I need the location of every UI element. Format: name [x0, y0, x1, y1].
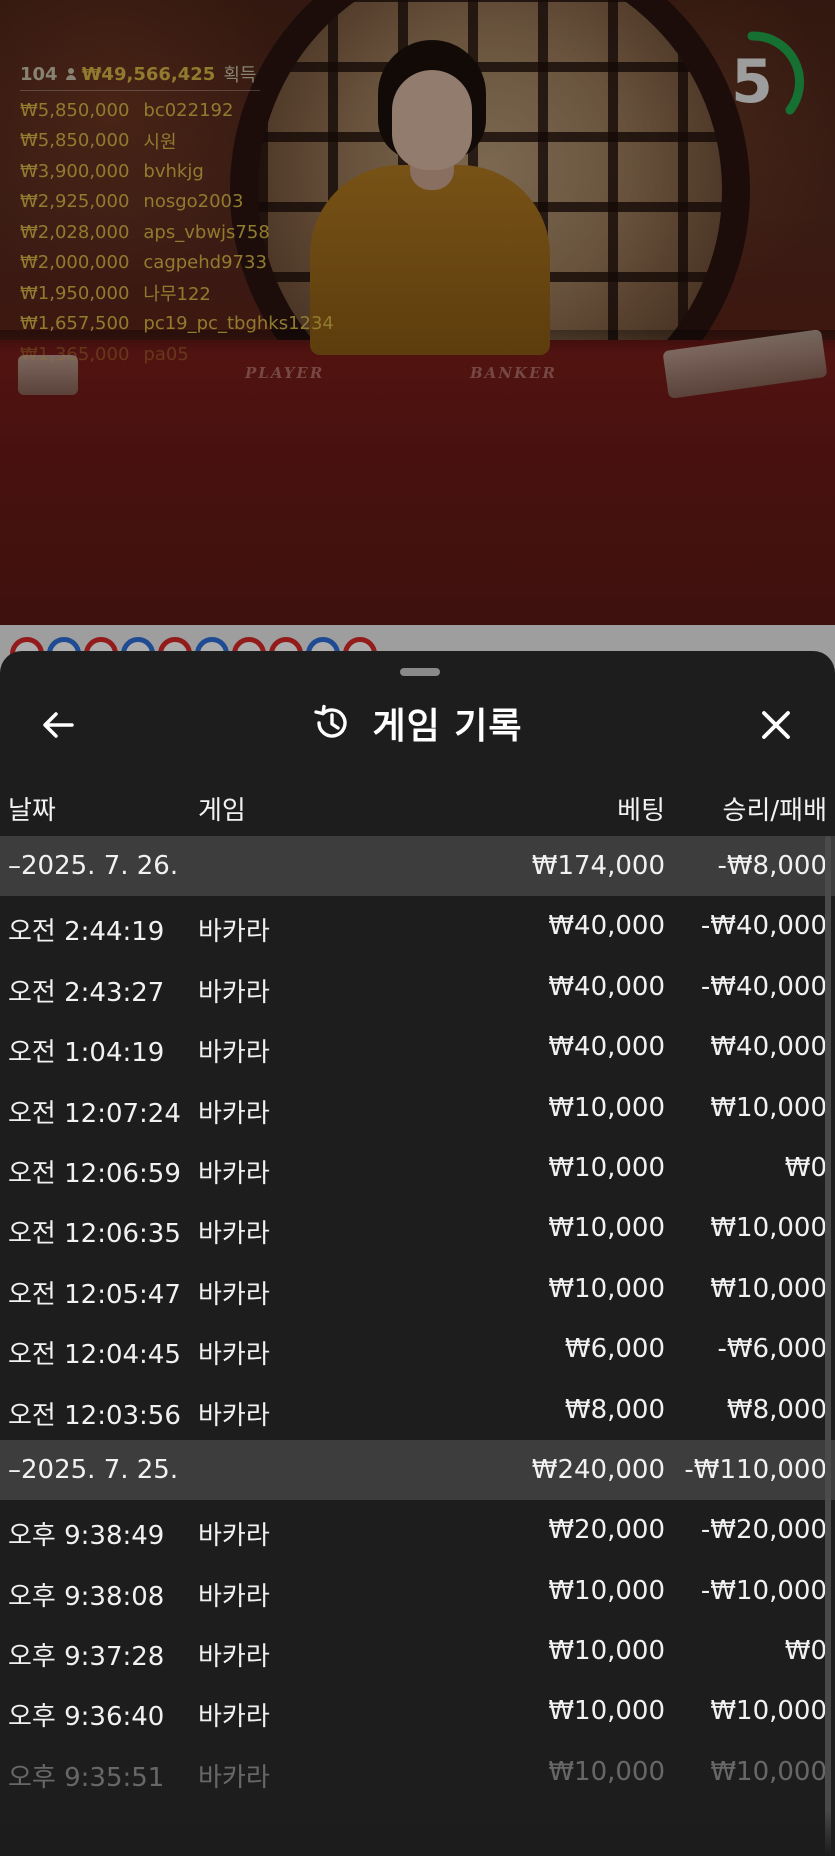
row-game: 바카라 — [198, 1038, 270, 1069]
column-bet: 베팅 — [617, 796, 665, 826]
row-game: 바카라 — [198, 1581, 270, 1612]
row-time: 오전 12:06:59 — [8, 1158, 181, 1189]
group-bet-total: ₩174,000 — [531, 851, 665, 881]
history-row[interactable]: 오전 2:44:19 바카라 ₩40,000 -₩40,000 — [0, 896, 835, 956]
group-result-total: -₩110,000 — [684, 1454, 827, 1485]
row-time: 오전 12:07:24 — [8, 1098, 181, 1129]
row-result: ₩10,000 — [710, 1092, 827, 1123]
history-row[interactable]: 오후 9:36:40 바카라 ₩10,000 ₩10,000 — [0, 1681, 835, 1741]
row-bet: ₩40,000 — [548, 1032, 665, 1063]
row-result: -₩10,000 — [700, 1575, 827, 1606]
row-result: ₩40,000 — [710, 1032, 827, 1063]
history-row[interactable]: 오전 12:04:45 바카라 ₩6,000 -₩6,000 — [0, 1319, 835, 1379]
row-time: 오전 12:05:47 — [8, 1279, 181, 1310]
history-row[interactable]: 오후 9:35:51 바카라 ₩10,000 ₩10,000 — [0, 1742, 835, 1802]
row-bet: ₩40,000 — [548, 971, 665, 1002]
history-row[interactable]: 오후 9:37:28 바카라 ₩10,000 ₩0 — [0, 1621, 835, 1681]
row-game: 바카라 — [198, 1219, 270, 1250]
history-row[interactable]: 오전 12:06:59 바카라 ₩10,000 ₩0 — [0, 1138, 835, 1198]
sheet-grabber[interactable] — [400, 668, 440, 676]
row-game: 바카라 — [198, 1279, 270, 1310]
row-result: ₩10,000 — [710, 1696, 827, 1727]
column-game: 게임 — [198, 796, 246, 826]
column-date: 날짜 — [8, 796, 56, 826]
row-time: 오전 12:04:45 — [8, 1340, 181, 1371]
row-game: 바카라 — [198, 1521, 270, 1552]
row-bet: ₩10,000 — [548, 1152, 665, 1183]
row-result: ₩10,000 — [710, 1213, 827, 1244]
history-row[interactable]: 오전 12:03:56 바카라 ₩8,000 ₩8,000 — [0, 1380, 835, 1440]
group-date: –2025. 7. 25. — [8, 1454, 179, 1485]
row-time: 오후 9:35:51 — [8, 1762, 165, 1793]
row-bet: ₩10,000 — [548, 1273, 665, 1304]
column-result: 승리/패배 — [722, 796, 827, 826]
close-icon — [762, 711, 790, 739]
history-row[interactable]: 오전 12:05:47 바카라 ₩10,000 ₩10,000 — [0, 1259, 835, 1319]
row-bet: ₩10,000 — [548, 1213, 665, 1244]
history-row[interactable]: 오전 12:07:24 바카라 ₩10,000 ₩10,000 — [0, 1078, 835, 1138]
game-history-sheet: 게임 기록 날짜 게임 베팅 승리/패배 –2025. 7. 26. ₩174,0… — [0, 651, 835, 1856]
row-time: 오전 12:06:35 — [8, 1219, 181, 1250]
row-bet: ₩6,000 — [564, 1334, 665, 1365]
history-row[interactable]: 오전 12:06:35 바카라 ₩10,000 ₩10,000 — [0, 1198, 835, 1258]
history-clock-icon — [314, 704, 348, 738]
row-game: 바카라 — [198, 1098, 270, 1129]
row-result: -₩40,000 — [700, 971, 827, 1002]
row-result: ₩0 — [784, 1636, 827, 1667]
date-group-row[interactable]: –2025. 7. 26. ₩174,000 -₩8,000 — [0, 836, 835, 897]
row-bet: ₩20,000 — [548, 1515, 665, 1546]
row-game: 바카라 — [198, 977, 270, 1008]
row-result: -₩20,000 — [700, 1515, 827, 1546]
row-bet: ₩8,000 — [564, 1394, 665, 1425]
row-time: 오전 2:44:19 — [8, 917, 165, 948]
row-result: ₩0 — [784, 1152, 827, 1183]
history-row[interactable]: 오전 1:04:19 바카라 ₩40,000 ₩40,000 — [0, 1017, 835, 1077]
row-time: 오전 1:04:19 — [8, 1038, 165, 1069]
row-result: -₩6,000 — [717, 1334, 827, 1365]
row-result: -₩40,000 — [700, 911, 827, 942]
row-time: 오전 12:03:56 — [8, 1400, 181, 1431]
back-button[interactable] — [30, 697, 86, 753]
group-bet-total: ₩240,000 — [531, 1454, 665, 1485]
sheet-header: 게임 기록 — [0, 683, 835, 763]
group-result-total: -₩8,000 — [717, 851, 827, 881]
date-group-row[interactable]: –2025. 7. 25. ₩240,000 -₩110,000 — [0, 1439, 835, 1501]
row-time: 오후 9:36:40 — [8, 1702, 165, 1733]
row-result: ₩8,000 — [726, 1394, 827, 1425]
arrow-left-icon — [43, 712, 74, 738]
row-time: 오전 2:43:27 — [8, 977, 165, 1008]
group-date: –2025. 7. 26. — [8, 851, 179, 881]
row-time: 오후 9:38:08 — [8, 1581, 165, 1612]
close-button[interactable] — [748, 697, 804, 753]
column-headers: 날짜 게임 베팅 승리/패배 — [0, 776, 835, 836]
row-game: 바카라 — [198, 1702, 270, 1733]
history-list[interactable]: –2025. 7. 26. ₩174,000 -₩8,000 오전 2:44:19 바카… — [0, 836, 835, 1802]
history-row[interactable]: 오후 9:38:49 바카라 ₩20,000 -₩20,000 — [0, 1500, 835, 1560]
row-bet: ₩10,000 — [548, 1092, 665, 1123]
sheet-title: 게임 기록 — [372, 706, 523, 747]
row-bet: ₩40,000 — [548, 911, 665, 942]
scrollbar[interactable] — [825, 836, 831, 1856]
row-result: ₩10,000 — [710, 1273, 827, 1304]
row-result: ₩10,000 — [710, 1756, 827, 1787]
row-bet: ₩10,000 — [548, 1696, 665, 1727]
row-bet: ₩10,000 — [548, 1575, 665, 1606]
row-game: 바카라 — [198, 1642, 270, 1673]
row-game: 바카라 — [198, 1158, 270, 1189]
row-time: 오후 9:37:28 — [8, 1642, 165, 1673]
history-row[interactable]: 오후 9:38:08 바카라 ₩10,000 -₩10,000 — [0, 1561, 835, 1621]
row-bet: ₩10,000 — [548, 1636, 665, 1667]
row-time: 오후 9:38:49 — [8, 1521, 165, 1552]
row-game: 바카라 — [198, 1400, 270, 1431]
row-bet: ₩10,000 — [548, 1756, 665, 1787]
history-row[interactable]: 오전 2:43:27 바카라 ₩40,000 -₩40,000 — [0, 957, 835, 1017]
row-game: 바카라 — [198, 1762, 270, 1793]
row-game: 바카라 — [198, 1340, 270, 1371]
row-game: 바카라 — [198, 917, 270, 948]
